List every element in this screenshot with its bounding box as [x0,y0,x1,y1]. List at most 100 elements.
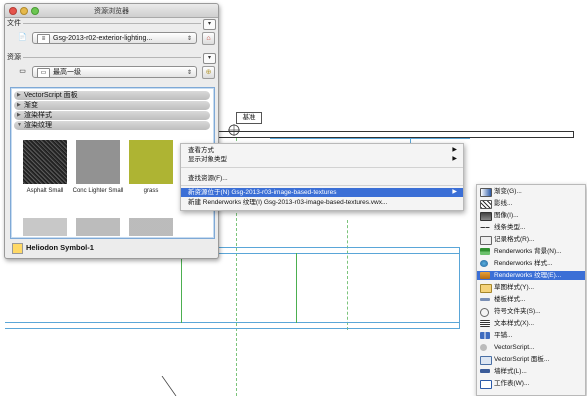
menu-item-label: 渐变(G)... [494,188,522,195]
new-folder-icon[interactable]: ⊕ [202,66,215,79]
submenu-item-worksheet[interactable]: 工作表(W)... [477,379,585,389]
menu-item-label: VectorScript... [494,344,535,351]
submenu-arrow-icon: ▶ [452,156,457,162]
file-open-icon[interactable]: 📄 [17,32,28,43]
submenu-item-symbol-folder[interactable]: 符号文件夹(S)... [477,307,585,317]
menu-item-show-object-types[interactable]: 显示对象类型 ▶ [181,155,463,164]
category-label: 渲染样式 [24,112,52,119]
submenu-item-vectorscript-palette[interactable]: VectorScript 面板... [477,355,585,365]
submenu-item-sketch-style[interactable]: 草图样式(Y)... [477,283,585,293]
submenu-item-slab-style[interactable]: 楼板样式... [477,295,585,304]
menu-item-label: Renderworks 样式... [494,260,553,267]
line-type-icon [480,227,490,228]
new-resource-submenu: 渐变(G)... 影线... 图像(I)... 线条类型... 记录格式(R).… [476,184,586,396]
script-icon [480,344,487,351]
thumbnail-item[interactable] [23,218,67,236]
category-row-vectorscript-palette[interactable]: ▶ VectorScript 面板 [14,91,210,100]
gradient-icon [480,188,492,197]
menu-item-label: Renderworks 背景(N)... [494,248,562,255]
submenu-item-wall-style[interactable]: 墙样式(L)... [477,367,585,376]
menu-item-find-resource[interactable]: 查找资源(F)... [181,174,463,183]
menu-item-new-resource-in[interactable]: 新资源位于(N) Gsg-2013-r03-image-based-textur… [181,188,463,197]
selected-resource-name: Heliodon Symbol-1 [26,243,94,252]
menu-item-label: 显示对象类型 [188,156,227,163]
selected-resource-bar[interactable]: Heliodon Symbol-1 [10,241,213,255]
submenu-arrow-icon: ▶ [452,189,457,195]
record-format-icon [480,236,492,245]
submenu-item-line-type[interactable]: 线条类型... [477,223,585,232]
level-select-value: 最高一级 [53,69,81,76]
submenu-item-renderworks-style[interactable]: Renderworks 样式... [477,259,585,268]
wall-line [216,131,574,132]
thumbnail-item[interactable] [129,218,173,236]
background-icon [480,248,490,255]
thumbnail-grass[interactable] [129,140,173,184]
category-row-render-style[interactable]: ▶ 渲染样式 [14,111,210,120]
text-style-icon [480,320,490,327]
submenu-item-renderworks-background[interactable]: Renderworks 背景(N)... [477,247,585,256]
file-select-value: Gsg-2013-r02-exterior-lighting... [53,35,153,42]
submenu-item-hatch[interactable]: 影线... [477,199,585,209]
wall-line [573,131,574,138]
menu-item-label: 查看方式 [188,147,214,154]
submenu-item-text-style[interactable]: 文本样式(X)... [477,319,585,328]
menu-item-label: VectorScript 面板... [494,356,550,363]
file-section-menu-button[interactable]: ▾ [203,19,216,30]
menu-item-label: 楼板样式... [494,296,526,303]
menu-item-label: 平铺... [494,332,513,339]
submenu-item-gradient[interactable]: 渐变(G)... [477,187,585,197]
menu-item-label: 墙样式(L)... [494,368,527,375]
submenu-item-vectorscript[interactable]: VectorScript... [477,343,585,352]
wall-line [5,322,460,323]
disclosure-right-icon[interactable]: ▶ [17,111,21,120]
popup-arrows-icon: ⇕ [186,36,192,42]
symbol-icon [12,243,23,254]
section-divider [23,57,201,58]
disclosure-right-icon[interactable]: ▶ [17,91,21,100]
thumbnail-item[interactable] [76,218,120,236]
submenu-arrow-icon: ▶ [452,147,457,153]
category-label: VectorScript 面板 [24,92,78,99]
thumbnail-asphalt-small[interactable] [23,140,67,184]
menu-item-label: Renderworks 纹理(E)... [494,272,562,279]
menu-item-label: 影线... [494,200,513,207]
submenu-item-record-format[interactable]: 记录格式(R)... [477,235,585,245]
script-palette-icon [480,356,492,365]
popup-arrows-icon: ⇕ [186,70,192,76]
submenu-item-renderworks-texture[interactable]: Renderworks 纹理(E)... [477,271,585,280]
disclosure-down-icon[interactable]: ▼ [17,121,22,130]
resource-section-menu-button[interactable]: ▾ [203,53,216,64]
submenu-item-tile[interactable]: 平铺... [477,331,585,340]
menu-item-label: 记录格式(R)... [494,236,535,243]
menu-item-label: 图像(I)... [494,212,519,219]
category-row-gradient[interactable]: ▶ 渐变 [14,101,210,110]
category-row-render-texture[interactable]: ▼ 渲染纹理 [14,121,210,130]
category-label: 渐变 [24,102,38,109]
palette-title: 资源浏览器 [94,8,129,15]
wall-line [5,328,460,329]
thumbnail-conc-lighter-small[interactable] [76,140,120,184]
thumbnail-label: Asphalt Small [26,188,64,194]
datum-marker [228,124,240,136]
diagonal-line [161,376,177,396]
submenu-item-image[interactable]: 图像(I)... [477,211,585,221]
menu-item-view-by[interactable]: 查看方式 ▶ [181,146,463,155]
palette-titlebar[interactable]: 资源浏览器 [5,4,218,18]
thumbnail-label: Conc Lighter Small [72,188,124,194]
guide-line [347,220,348,330]
thumbnail-label: grass [143,188,159,194]
folder-up-icon[interactable]: ▭ [17,66,28,77]
section-divider [23,23,201,24]
slab-icon [480,298,490,301]
tile-icon [480,332,490,339]
menu-item-new-renderworks-texture[interactable]: 新建 Renderworks 纹理(I) Gsg-2013-r03-image-… [181,198,463,207]
home-icon[interactable]: ⌂ [202,32,215,45]
file-select-popup[interactable]: ≡ Gsg-2013-r02-exterior-lighting... ⇕ [32,32,197,44]
style-icon [480,260,488,267]
texture-icon [480,272,490,279]
level-select-popup[interactable]: ▭ 最高一级 ⇕ [32,66,197,78]
wall-line [270,138,470,139]
menu-item-label: 查找资源(F)... [188,175,228,182]
disclosure-right-icon[interactable]: ▶ [17,101,21,110]
resource-section-label: 资源 [7,54,21,61]
